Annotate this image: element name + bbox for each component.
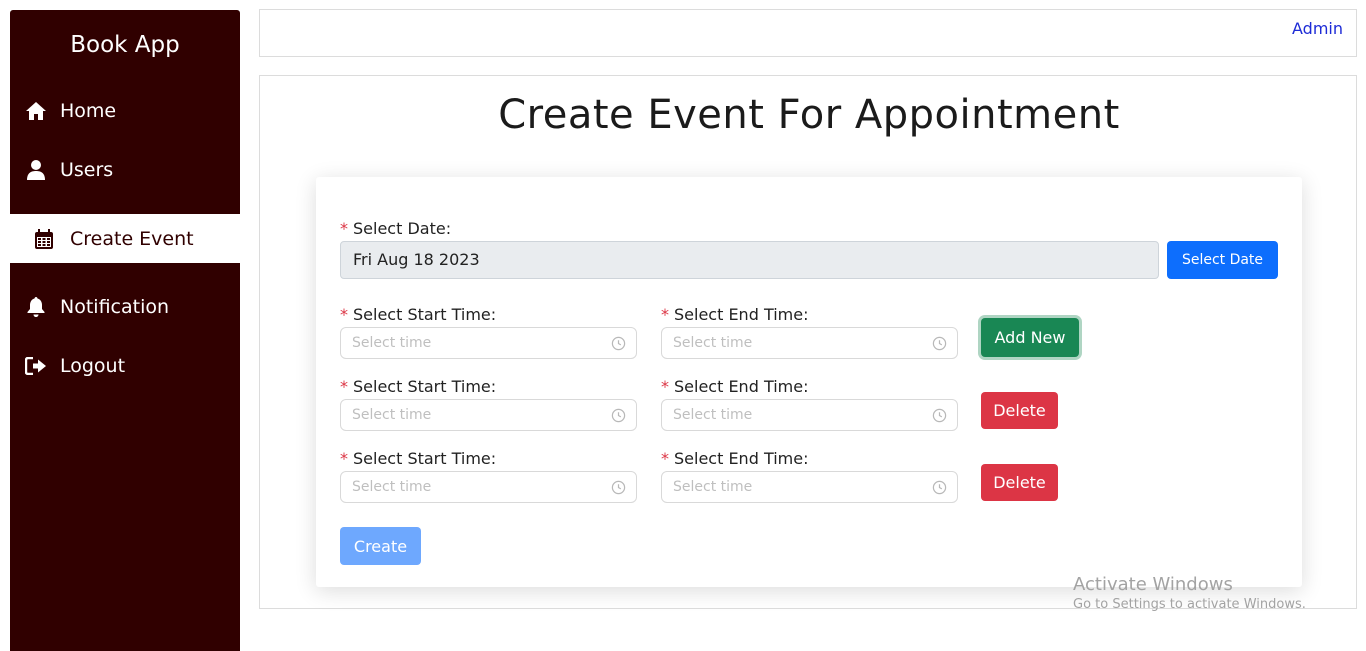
end-time-label-text: Select End Time: — [674, 449, 809, 468]
required-mark: * — [340, 377, 348, 396]
start-time-label-text: Select Start Time: — [353, 449, 497, 468]
time-placeholder: Select time — [352, 479, 432, 495]
sidebar-item-users[interactable]: Users — [10, 145, 240, 194]
admin-link[interactable]: Admin — [1292, 19, 1343, 38]
sidebar-item-logout[interactable]: Logout — [10, 341, 240, 390]
home-icon — [24, 99, 48, 123]
time-placeholder: Select time — [673, 479, 753, 495]
select-date-button[interactable]: Select Date — [1167, 241, 1278, 279]
sidebar-item-label: Create Event — [70, 227, 194, 250]
sidebar-item-label: Logout — [60, 354, 126, 377]
user-icon — [24, 158, 48, 182]
required-mark: * — [661, 449, 669, 468]
delete-button[interactable]: Delete — [981, 392, 1058, 429]
time-placeholder: Select time — [673, 335, 753, 351]
required-mark: * — [340, 219, 348, 238]
clock-icon — [611, 408, 626, 423]
delete-button[interactable]: Delete — [981, 464, 1058, 501]
clock-icon — [932, 408, 947, 423]
end-time-input[interactable]: Select time — [661, 399, 958, 431]
required-mark: * — [340, 305, 348, 324]
time-placeholder: Select time — [673, 407, 753, 423]
end-time-label: * Select End Time: — [661, 377, 808, 396]
end-time-label: * Select End Time: — [661, 449, 808, 468]
clock-icon — [932, 336, 947, 351]
start-time-label: * Select Start Time: — [340, 449, 496, 468]
clock-icon — [611, 336, 626, 351]
start-time-label-text: Select Start Time: — [353, 377, 497, 396]
bell-icon — [24, 295, 48, 319]
start-time-label: * Select Start Time: — [340, 305, 496, 324]
end-time-input[interactable]: Select time — [661, 327, 958, 359]
sidebar-item-notification[interactable]: Notification — [10, 282, 240, 331]
start-time-input[interactable]: Select time — [340, 327, 637, 359]
start-time-label: * Select Start Time: — [340, 377, 496, 396]
time-placeholder: Select time — [352, 407, 432, 423]
time-placeholder: Select time — [352, 335, 432, 351]
sidebar-item-label: Users — [60, 158, 114, 181]
required-mark: * — [661, 377, 669, 396]
start-time-input[interactable]: Select time — [340, 399, 637, 431]
sidebar-item-label: Home — [60, 99, 117, 122]
page-title: Create Event For Appointment — [498, 92, 1120, 138]
event-form-card: * Select Date: Fri Aug 18 2023 Select Dat… — [316, 177, 1302, 587]
calendar-icon — [32, 227, 56, 251]
add-new-button[interactable]: Add New — [981, 318, 1079, 357]
start-time-input[interactable]: Select time — [340, 471, 637, 503]
sidebar-item-label: Notification — [60, 295, 170, 318]
date-field[interactable]: Fri Aug 18 2023 — [340, 241, 1159, 279]
date-label: * Select Date: — [340, 219, 451, 238]
main-panel: Create Event For Appointment * Select Dat… — [259, 75, 1357, 609]
end-time-label-text: Select End Time: — [674, 377, 809, 396]
create-button[interactable]: Create — [340, 527, 421, 565]
required-mark: * — [661, 305, 669, 324]
sidebar-item-home[interactable]: Home — [10, 86, 240, 135]
top-navbar: Admin — [259, 9, 1357, 57]
sidebar-item-create-event[interactable]: Create Event — [10, 214, 240, 263]
brand-title: Book App — [70, 32, 180, 58]
end-time-label: * Select End Time: — [661, 305, 808, 324]
clock-icon — [611, 480, 626, 495]
clock-icon — [932, 480, 947, 495]
start-time-label-text: Select Start Time: — [353, 305, 497, 324]
end-time-input[interactable]: Select time — [661, 471, 958, 503]
sidebar: Book App Home Users Create Event Notific… — [10, 10, 240, 651]
end-time-label-text: Select End Time: — [674, 305, 809, 324]
logout-icon — [24, 354, 48, 378]
required-mark: * — [340, 449, 348, 468]
date-label-text: Select Date: — [353, 219, 452, 238]
